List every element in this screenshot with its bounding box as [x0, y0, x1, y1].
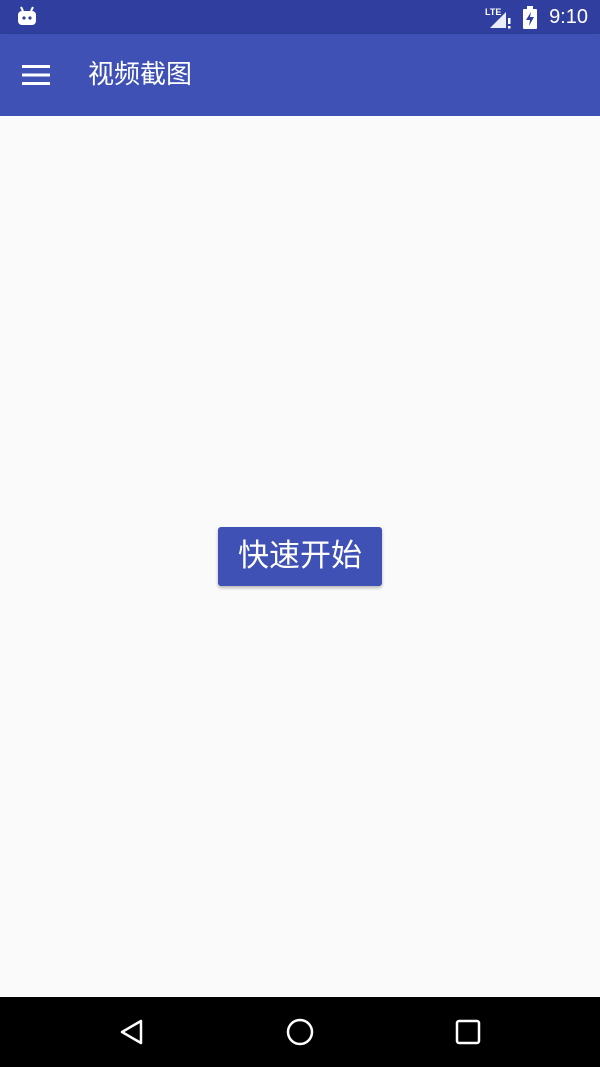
- status-bar: LTE 9:10: [0, 0, 600, 34]
- back-icon: [120, 1019, 143, 1045]
- page-title: 视频截图: [88, 60, 193, 90]
- app-bar: 视频截图: [0, 34, 600, 116]
- recents-icon: [455, 1019, 481, 1045]
- back-button[interactable]: [108, 1008, 156, 1056]
- navigation-bar: [0, 997, 600, 1067]
- home-icon: [286, 1018, 314, 1046]
- battery-charging-icon: [523, 6, 537, 29]
- lte-signal-icon: LTE: [485, 7, 511, 29]
- android-notification-icon: [18, 6, 36, 25]
- recents-button[interactable]: [444, 1008, 492, 1056]
- network-type-label: LTE: [485, 7, 501, 17]
- hamburger-menu-icon: [22, 65, 50, 85]
- status-clock: 9:10: [549, 6, 588, 28]
- quick-start-button[interactable]: 快速开始: [218, 527, 382, 586]
- menu-button[interactable]: [16, 55, 56, 95]
- main-content: 快速开始: [0, 116, 600, 997]
- home-button[interactable]: [276, 1008, 324, 1056]
